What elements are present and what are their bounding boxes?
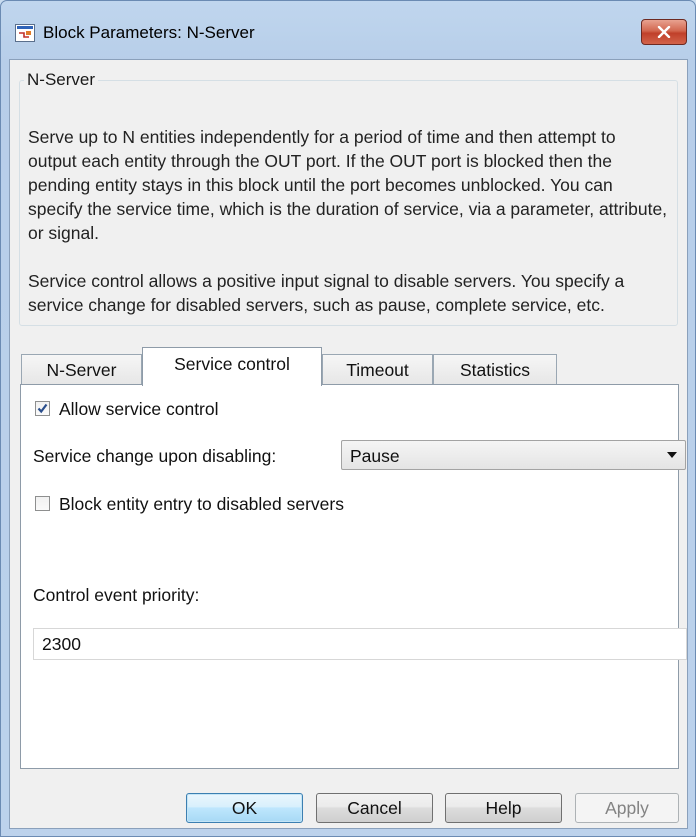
service-change-dropdown[interactable]: Pause [341, 440, 686, 470]
group-legend: N-Server [27, 70, 96, 89]
service-change-label: Service change upon disabling: [33, 446, 277, 466]
description-group: N-Server Serve up to N entities independ… [19, 70, 678, 326]
tab-timeout[interactable]: Timeout [322, 354, 433, 385]
cancel-button[interactable]: Cancel [316, 793, 433, 823]
tab-n-server[interactable]: N-Server [21, 354, 142, 385]
block-entity-entry-label[interactable]: Block entity entry to disabled servers [59, 494, 344, 515]
description-paragraph-2: Service control allows a positive input … [28, 271, 625, 315]
block-description: Serve up to N entities independently for… [28, 125, 668, 317]
control-event-priority-input[interactable] [33, 628, 687, 660]
allow-service-control-label[interactable]: Allow service control [59, 399, 219, 420]
dialog-window: Block Parameters: N-Server N-Server Serv… [0, 0, 696, 837]
help-button[interactable]: Help [445, 793, 562, 823]
checkmark-icon [37, 403, 48, 414]
ok-button[interactable]: OK [186, 793, 303, 823]
apply-button[interactable]: Apply [575, 793, 679, 823]
description-paragraph-1: Serve up to N entities independently for… [28, 127, 668, 243]
block-entity-entry-checkbox[interactable] [35, 496, 50, 511]
service-control-panel: Allow service control Service change upo… [20, 384, 687, 769]
tab-strip: N-Server Service control Timeout Statist… [21, 347, 681, 386]
dialog-client-area: N-Server Serve up to N entities independ… [9, 59, 688, 829]
simulink-block-icon [15, 24, 35, 42]
tab-statistics[interactable]: Statistics [433, 354, 557, 385]
tab-service-control[interactable]: Service control [142, 347, 322, 386]
title-bar[interactable]: Block Parameters: N-Server [1, 1, 695, 59]
allow-service-control-checkbox[interactable] [35, 401, 50, 416]
window-title: Block Parameters: N-Server [43, 23, 255, 42]
close-button[interactable] [641, 19, 687, 45]
service-change-value: Pause [350, 446, 400, 466]
control-event-priority-label: Control event priority: [33, 585, 200, 605]
close-icon [657, 26, 671, 38]
chevron-down-icon [667, 452, 677, 458]
